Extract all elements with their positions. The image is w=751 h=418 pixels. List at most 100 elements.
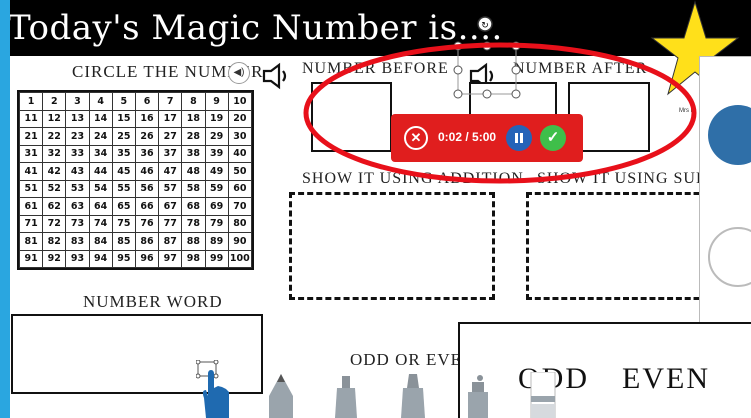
grid-cell[interactable]: 97	[158, 249, 183, 268]
grid-cell[interactable]: 17	[158, 109, 183, 128]
grid-cell[interactable]: 43	[65, 162, 90, 181]
spray-icon[interactable]	[464, 374, 492, 418]
grid-cell[interactable]: 13	[65, 109, 90, 128]
grid-cell[interactable]: 15	[111, 109, 136, 128]
grid-cell[interactable]: 74	[88, 214, 113, 233]
grid-cell[interactable]: 54	[88, 179, 113, 198]
grid-cell[interactable]: 21	[18, 127, 44, 146]
grid-cell[interactable]: 93	[65, 249, 90, 268]
grid-cell[interactable]: 37	[158, 144, 183, 163]
grid-cell[interactable]: 52	[42, 179, 67, 198]
grid-cell[interactable]: 83	[65, 232, 90, 251]
addition-box[interactable]	[289, 192, 495, 300]
grid-cell[interactable]: 88	[181, 232, 206, 251]
subtraction-box[interactable]	[526, 192, 726, 300]
grid-cell[interactable]: 26	[134, 127, 160, 146]
grid-cell[interactable]: 66	[134, 197, 160, 216]
highlighter-icon[interactable]	[398, 374, 428, 418]
grid-cell[interactable]: 100	[227, 249, 253, 268]
grid-cell[interactable]: 58	[181, 179, 206, 198]
grid-cell[interactable]: 57	[158, 179, 183, 198]
grid-cell[interactable]: 25	[111, 127, 136, 146]
marker-icon[interactable]	[332, 376, 360, 418]
grid-cell[interactable]: 49	[204, 162, 229, 181]
grid-cell[interactable]: 48	[181, 162, 206, 181]
grid-cell[interactable]: 36	[134, 144, 160, 163]
grid-cell[interactable]: 38	[181, 144, 206, 163]
grid-cell[interactable]: 6	[134, 92, 160, 111]
grid-cell[interactable]: 60	[227, 179, 253, 198]
grid-cell[interactable]: 72	[42, 214, 67, 233]
grid-cell[interactable]: 1	[18, 92, 44, 111]
even-option[interactable]: EVEN	[622, 362, 710, 396]
grid-cell[interactable]: 35	[111, 144, 136, 163]
grid-cell[interactable]: 70	[227, 197, 253, 216]
grid-cell[interactable]: 92	[42, 249, 67, 268]
grid-cell[interactable]: 10	[227, 92, 253, 111]
sound-button-icon[interactable]: ◀)	[228, 62, 250, 84]
grid-cell[interactable]: 78	[181, 214, 206, 233]
grid-cell[interactable]: 24	[88, 127, 113, 146]
grid-cell[interactable]: 31	[18, 144, 44, 163]
grid-cell[interactable]: 45	[111, 162, 136, 181]
grid-cell[interactable]: 14	[88, 109, 113, 128]
grid-cell[interactable]: 27	[158, 127, 183, 146]
grid-cell[interactable]: 2	[42, 92, 67, 111]
grid-cell[interactable]: 84	[88, 232, 113, 251]
grid-cell[interactable]: 99	[204, 249, 229, 268]
grid-cell[interactable]: 90	[227, 232, 253, 251]
grid-cell[interactable]: 86	[134, 232, 160, 251]
grid-cell[interactable]: 39	[204, 144, 229, 163]
hand-cursor-icon[interactable]	[196, 360, 232, 418]
grid-cell[interactable]: 9	[204, 92, 229, 111]
grid-cell[interactable]: 61	[18, 197, 44, 216]
grid-cell[interactable]: 73	[65, 214, 90, 233]
grid-cell[interactable]: 82	[42, 232, 67, 251]
grid-cell[interactable]: 62	[42, 197, 67, 216]
grid-cell[interactable]: 11	[18, 109, 44, 128]
grid-cell[interactable]: 95	[111, 249, 136, 268]
grid-cell[interactable]: 23	[65, 127, 90, 146]
grid-cell[interactable]: 67	[158, 197, 183, 216]
grid-cell[interactable]: 69	[204, 197, 229, 216]
grid-cell[interactable]: 20	[227, 109, 253, 128]
grid-cell[interactable]: 63	[65, 197, 90, 216]
grid-cell[interactable]: 81	[18, 232, 44, 251]
grid-cell[interactable]: 64	[88, 197, 113, 216]
grid-cell[interactable]: 65	[111, 197, 136, 216]
grid-cell[interactable]: 47	[158, 162, 183, 181]
grid-cell[interactable]: 51	[18, 179, 44, 198]
grid-cell[interactable]: 50	[227, 162, 253, 181]
grid-cell[interactable]: 32	[42, 144, 67, 163]
grid-cell[interactable]: 94	[88, 249, 113, 268]
grid-cell[interactable]: 89	[204, 232, 229, 251]
grid-cell[interactable]: 3	[65, 92, 90, 111]
grid-cell[interactable]: 16	[134, 109, 160, 128]
grid-cell[interactable]: 80	[227, 214, 253, 233]
grid-cell[interactable]: 76	[134, 214, 160, 233]
grid-cell[interactable]: 28	[181, 127, 206, 146]
grid-cell[interactable]: 22	[42, 127, 67, 146]
grid-cell[interactable]: 29	[204, 127, 229, 146]
speaker-icon[interactable]	[261, 62, 291, 94]
grid-cell[interactable]: 53	[65, 179, 90, 198]
grid-cell[interactable]: 71	[18, 214, 44, 233]
grid-cell[interactable]: 40	[227, 144, 253, 163]
grid-cell[interactable]: 4	[88, 92, 113, 111]
grid-cell[interactable]: 85	[111, 232, 136, 251]
grid-cell[interactable]: 19	[204, 109, 229, 128]
grid-cell[interactable]: 46	[134, 162, 160, 181]
grid-cell[interactable]: 34	[88, 144, 113, 163]
grid-cell[interactable]: 18	[181, 109, 206, 128]
grid-cell[interactable]: 41	[18, 162, 44, 181]
grid-cell[interactable]: 5	[111, 92, 136, 111]
pencil-icon[interactable]	[266, 374, 296, 418]
option-button-icon[interactable]	[708, 227, 751, 287]
eraser-icon[interactable]	[528, 372, 558, 418]
grid-cell[interactable]: 12	[42, 109, 67, 128]
grid-cell[interactable]: 75	[111, 214, 136, 233]
grid-cell[interactable]: 42	[42, 162, 67, 181]
grid-cell[interactable]: 91	[18, 249, 44, 268]
grid-cell[interactable]: 59	[204, 179, 229, 198]
grid-cell[interactable]: 33	[65, 144, 90, 163]
